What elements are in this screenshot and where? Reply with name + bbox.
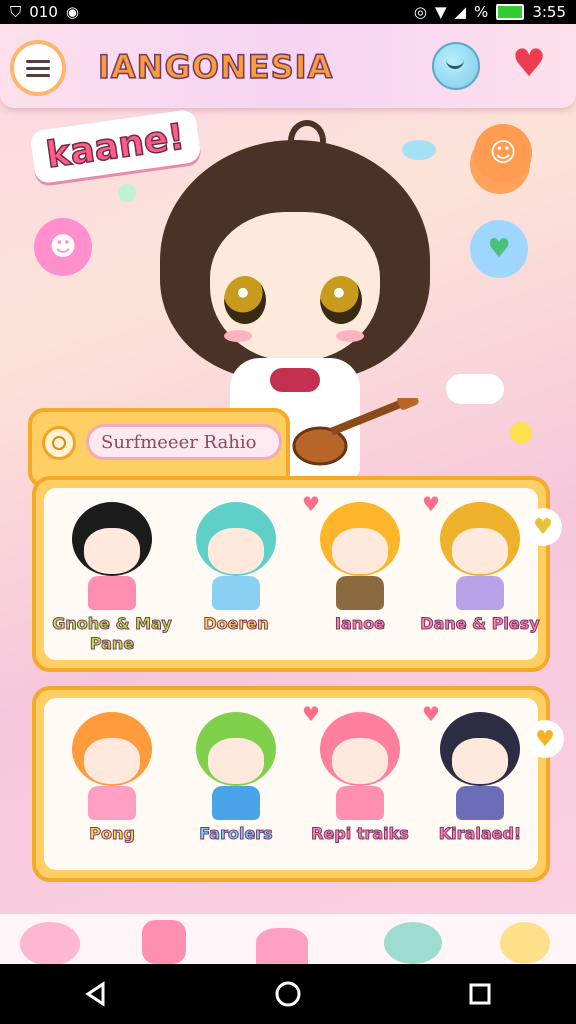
favorite-heart-icon[interactable]: ♥ [526,720,564,758]
heart-icon: ♥ [422,492,440,516]
heart-bubble-icon: ♥ [470,220,528,278]
status-bar: ⛉ 010 ◉ ◎ ▼ ◢ % 3:55 [0,0,576,24]
star-icon [118,184,136,202]
dino-icon[interactable] [256,928,308,964]
heart-icon: ♥ [302,492,320,516]
character-label: Doeren [203,614,269,634]
battery-text: % [474,3,489,21]
character-grid-row-2: Pong Farolers ♥ Repi traiks ♥ Kiralaed! … [32,686,564,882]
battery-icon [496,4,525,20]
character-card[interactable]: ♥ Dane & Plesy [418,488,542,668]
character-label: Kiralaed! [438,824,522,844]
character-outfit [88,576,136,610]
flower-icon[interactable] [142,920,186,964]
wifi-icon: ▼ [434,2,447,21]
vpn-key-icon: ⛉ [10,2,22,21]
hero-bow [270,368,320,392]
hero-blush [224,330,252,342]
hero-eye-left [224,276,266,324]
character-label: Gnohe & May Pane [52,614,173,654]
navigation-bar [0,964,576,1024]
smile-bubble-icon: ☺ [474,124,532,182]
back-button[interactable] [66,974,126,1014]
laugh-bubble-icon: ☻ [34,218,92,276]
character-label: Dane & Plesy [420,614,540,634]
recents-button[interactable] [450,974,510,1014]
heart-icon: ♥ [302,702,320,726]
character-label: Farolers [199,824,273,844]
character-card[interactable]: Gnohe & May Pane [50,488,174,668]
character-card[interactable]: ♥ Ianoe [298,488,422,668]
character-outfit [336,786,384,820]
character-face [84,528,140,574]
heart-icon[interactable]: ♥ [512,44,546,82]
character-outfit [212,786,260,820]
character-outfit [212,576,260,610]
character-outfit [336,576,384,610]
favorite-heart-icon[interactable]: ♥ [524,508,562,546]
app-title: IANGONESIA [97,47,334,87]
character-label: Ianoe [335,614,386,634]
hotspot-icon: ◎ [413,2,427,21]
top-bar: IANGONESIA ♥ [0,24,576,108]
home-button[interactable] [258,974,318,1014]
hero-blush [336,330,364,342]
character-face [208,738,264,784]
heart-icon: ♥ [422,702,440,726]
character-outfit [456,576,504,610]
character-card[interactable]: Doeren [174,488,298,668]
grid-inner: Gnohe & May Pane Doeren ♥ Ianoe ♥ Dane &… [44,488,540,660]
chick-icon[interactable] [500,922,550,964]
character-face [452,738,508,784]
app-screen: ☺ ☻ ♥ IANGONESIA ♥ kaane! Surfmeeer Rahi… [0,24,576,964]
guitar-icon [292,398,419,466]
character-card[interactable]: Farolers [174,698,298,878]
character-card[interactable]: ♥ Repi traiks [298,698,422,878]
character-face [84,738,140,784]
signal-icon: ◢ [454,2,467,21]
mascot-icon[interactable] [432,42,480,90]
grid-inner: Pong Farolers ♥ Repi traiks ♥ Kiralaed! [44,698,538,870]
bottom-icon-strip [0,914,576,964]
character-outfit [456,786,504,820]
character-card[interactable]: ♥ Kiralaed! [418,698,542,878]
character-card[interactable]: Pong [50,698,174,878]
frog-icon[interactable] [384,922,442,964]
settings-circle-icon: ◉ [65,2,79,21]
star-icon [510,422,532,444]
search-icon[interactable] [42,426,76,460]
character-face [332,738,388,784]
character-label: Repi traiks [311,824,410,844]
menu-button[interactable] [10,40,66,96]
hero-eye-right [320,276,362,324]
character-outfit [88,786,136,820]
hamburger-icon [26,56,50,81]
status-left-text: 010 [29,3,58,21]
character-face [452,528,508,574]
home-circle-icon [275,981,301,1007]
status-time: 3:55 [532,3,566,21]
search-input[interactable]: Surfmeeer Rahio [86,424,282,460]
character-face [208,528,264,574]
character-grid-row-1: Gnohe & May Pane Doeren ♥ Ianoe ♥ Dane &… [32,476,562,672]
hero-ahoge [288,120,326,162]
character-face [332,528,388,574]
recents-square-icon [469,983,491,1005]
cloud-icon [446,374,504,404]
blob-icon[interactable] [20,922,80,964]
back-triangle-icon [85,981,105,1007]
character-label: Pong [89,824,136,844]
